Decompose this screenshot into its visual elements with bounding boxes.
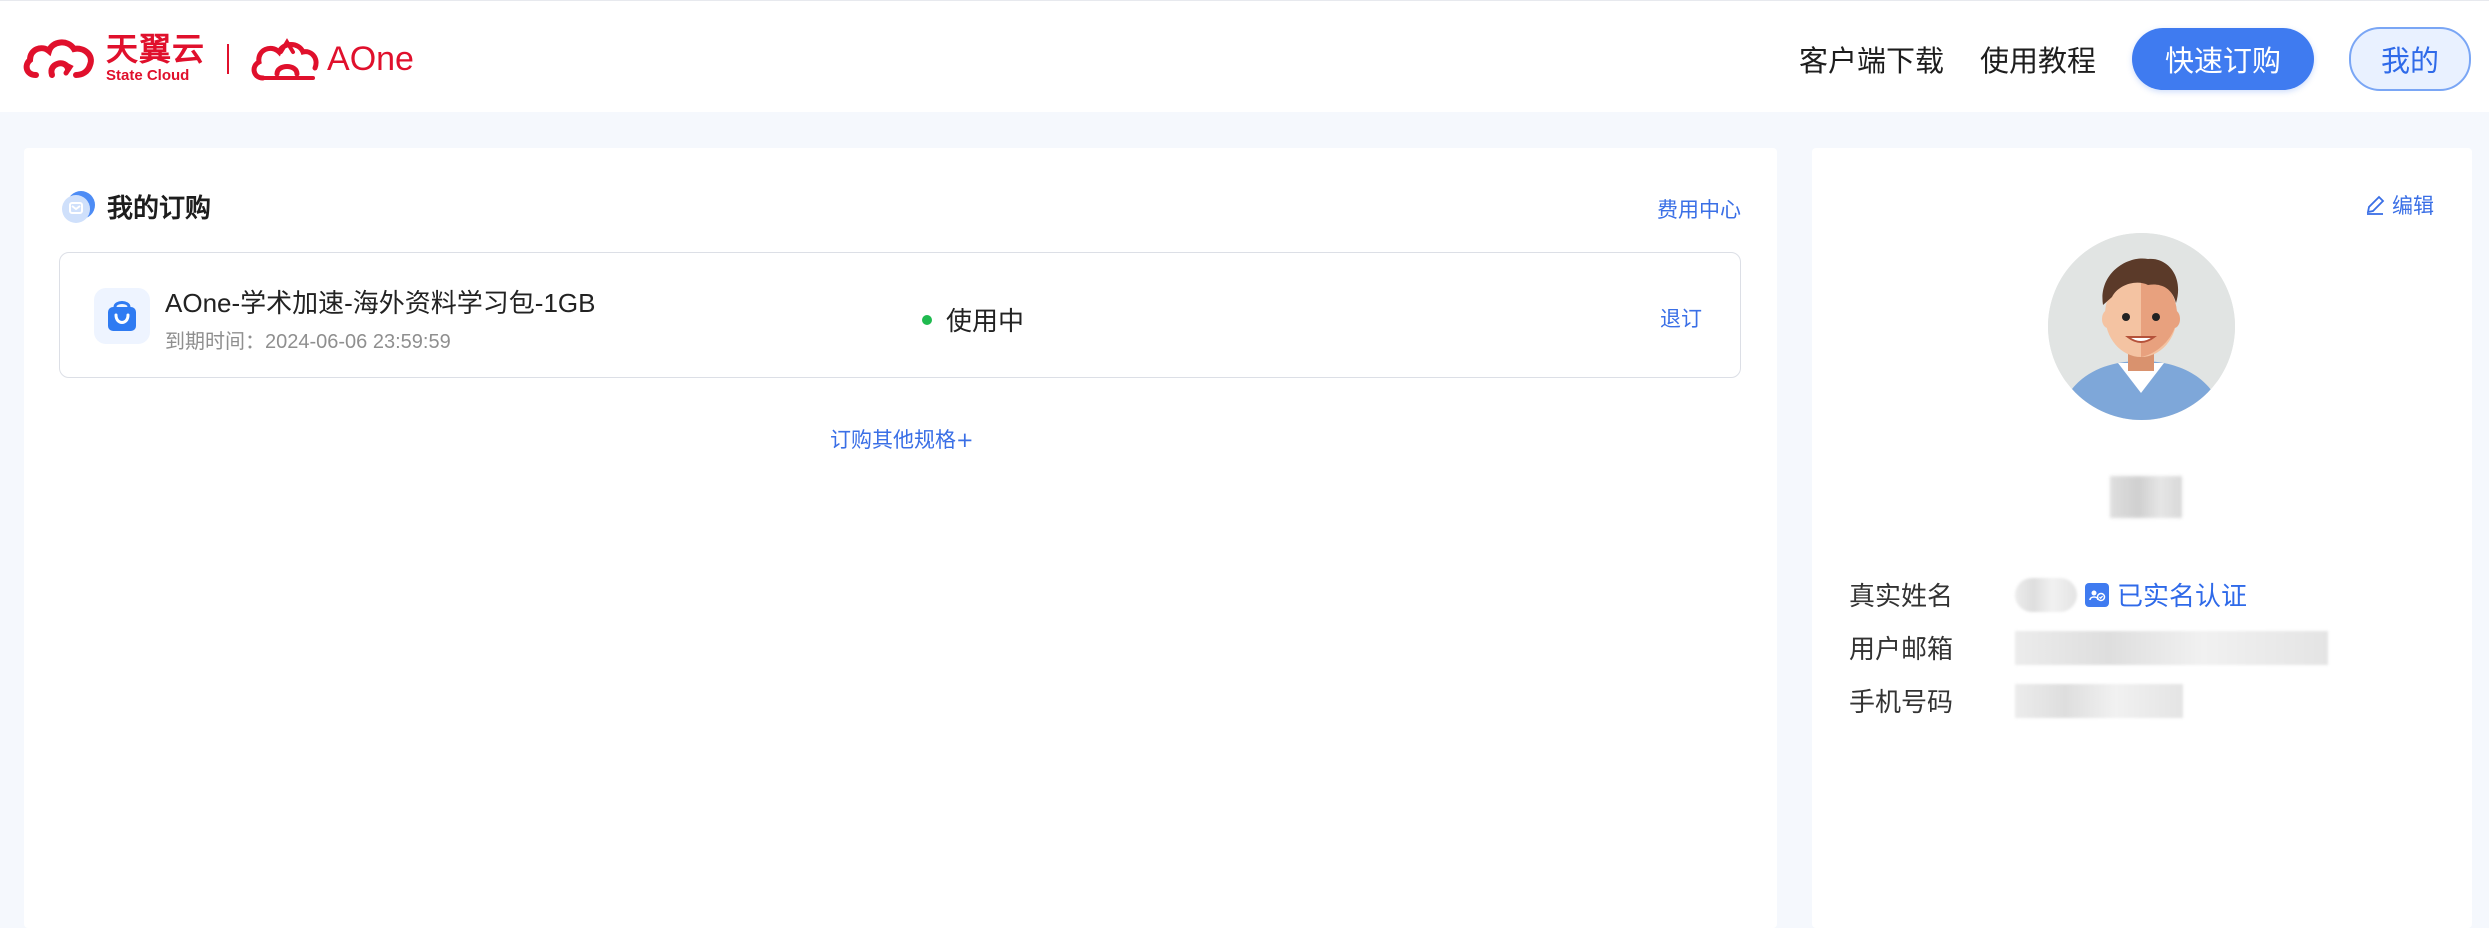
pencil-icon xyxy=(2366,195,2385,215)
id-card-icon xyxy=(2085,582,2109,607)
top-nav: 客户端下载 使用教程 快速订购 我的 xyxy=(1799,27,2471,91)
my-orders-panel: 我的订购 费用中心 AOne-学术加速-海外资料学习包-1GB 到期时间：202… xyxy=(24,148,1777,928)
avatar[interactable] xyxy=(2048,233,2235,420)
quick-order-button[interactable]: 快速订购 xyxy=(2131,28,2314,90)
brand-name: 天翼云 xyxy=(106,31,206,67)
order-icon-wrap xyxy=(94,288,150,344)
order-expiry: 到期时间：2024-06-06 23:59:59 xyxy=(165,331,451,353)
verified-text: 已实名认证 xyxy=(2117,582,2248,612)
phone-redacted xyxy=(2015,683,2183,718)
status-text: 使用中 xyxy=(946,307,1025,337)
email-label: 用户邮箱 xyxy=(1849,635,1954,665)
phone-row: 手机号码 xyxy=(1849,682,2183,719)
real-name-label: 真实姓名 xyxy=(1849,582,1954,612)
order-name: AOne-学术加速-海外资料学习包-1GB xyxy=(165,288,596,318)
verified-badge: 已实名认证 xyxy=(2085,576,2247,613)
orders-header: 我的订购 xyxy=(61,188,211,225)
top-header: 天翼云 State Cloud AOne 客户端下载 使用教程 快速订购 我的 xyxy=(0,0,2489,112)
real-name-row: 真实姓名 已实名认证 xyxy=(1849,576,2247,613)
profile-panel: 编辑 真实姓名 已实名认证 用户邮箱 手机号码 xyxy=(1812,148,2472,928)
email-row: 用户邮箱 xyxy=(1849,629,2328,666)
brand-text: 天翼云 State Cloud xyxy=(106,33,205,85)
username-redacted xyxy=(2110,476,2182,518)
tutorial-link[interactable]: 使用教程 xyxy=(1980,38,2096,80)
logo-divider xyxy=(227,44,230,74)
client-download-link[interactable]: 客户端下载 xyxy=(1799,38,1944,80)
product-name: AOne xyxy=(327,39,414,78)
orders-icon xyxy=(62,190,95,223)
real-name-redacted xyxy=(2015,577,2077,612)
brand-subtitle: State Cloud xyxy=(106,67,190,84)
status-dot-icon xyxy=(922,314,932,325)
mine-button[interactable]: 我的 xyxy=(2348,27,2471,91)
avatar-illustration xyxy=(2048,233,2235,420)
phone-label: 手机号码 xyxy=(1849,688,1954,718)
fee-center-link[interactable]: 费用中心 xyxy=(1657,194,1741,224)
edit-label: 编辑 xyxy=(2392,194,2434,218)
shopping-bag-icon xyxy=(108,301,136,331)
aone-logo-icon xyxy=(251,38,319,81)
order-more-specs-link[interactable]: 订购其他规格+ xyxy=(830,424,974,454)
orders-title: 我的订购 xyxy=(107,194,212,224)
unsubscribe-link[interactable]: 退订 xyxy=(1660,303,1702,333)
edit-profile-button[interactable]: 编辑 xyxy=(2364,190,2434,220)
email-redacted xyxy=(2015,630,2328,665)
order-status: 使用中 xyxy=(922,301,1024,338)
cloud-logo-icon xyxy=(23,39,94,78)
brand-logo[interactable]: 天翼云 State Cloud AOne xyxy=(22,31,414,87)
order-item: AOne-学术加速-海外资料学习包-1GB 到期时间：2024-06-06 23… xyxy=(59,252,1741,378)
